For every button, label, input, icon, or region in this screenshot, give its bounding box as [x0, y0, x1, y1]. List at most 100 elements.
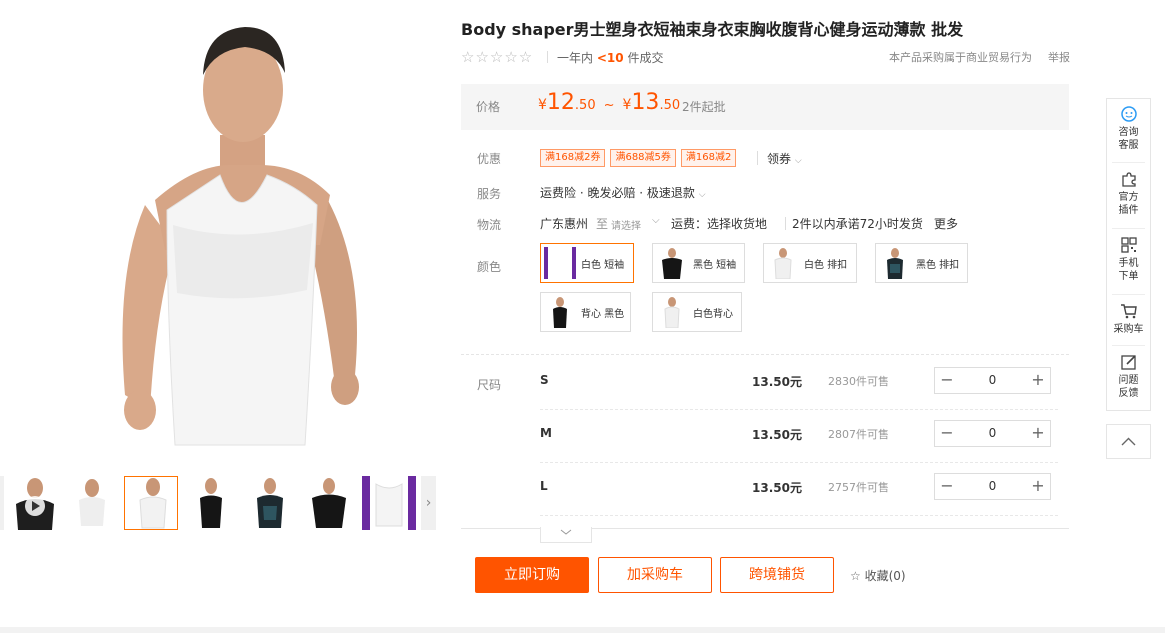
sidebar-item-feedback[interactable]: 问题 反馈: [1107, 353, 1150, 400]
thumbnail-image[interactable]: [302, 476, 356, 530]
coupon-badge[interactable]: 满688减5券: [610, 149, 676, 167]
sidebar-item-label: 问题: [1118, 375, 1139, 386]
divider: [1112, 228, 1145, 229]
origin-city: 广东惠州: [540, 217, 589, 231]
thumbnail-image[interactable]: [243, 476, 297, 530]
service-text: 运费险 · 晚发必赔 · 极速退款: [540, 186, 695, 200]
destination-select[interactable]: 请选择: [611, 217, 641, 232]
size-price: 13.50元: [752, 375, 802, 389]
color-option[interactable]: 黑色 短袖: [652, 243, 745, 283]
size-row: L 13.50元 2757件可售 − 0 +: [540, 463, 1058, 516]
back-to-top-button[interactable]: [1106, 424, 1151, 459]
coupon-badge[interactable]: 满168减2: [680, 149, 737, 167]
quantity-input[interactable]: 0: [959, 421, 1026, 446]
qrcode-icon: [1120, 237, 1137, 253]
sidebar-item-label: 反馈: [1118, 388, 1139, 399]
sidebar-item-label: 官方: [1118, 192, 1139, 203]
quantity-stepper: − 0 +: [934, 420, 1051, 447]
rating-row: ☆☆☆☆☆ 一年内 <10 件成交 本产品采购属于商业贸易行为 举报: [461, 48, 1070, 66]
size-stock: 2830件可售: [828, 375, 889, 388]
color-option[interactable]: 白色背心: [652, 292, 742, 332]
sidebar-item-label: 下单: [1118, 271, 1139, 282]
color-swatch: [656, 296, 688, 328]
thumbnail-video[interactable]: [8, 476, 62, 530]
size-name: M: [540, 426, 552, 440]
main-product-image[interactable]: [55, 15, 435, 460]
increment-button[interactable]: +: [1026, 368, 1050, 393]
color-option[interactable]: 背心 黑色: [540, 292, 631, 332]
coupon-badge[interactable]: 满168减2券: [540, 149, 606, 167]
thumbnail-image[interactable]: [67, 476, 121, 530]
puzzle-icon: [1121, 172, 1136, 187]
crossborder-button[interactable]: 跨境铺货: [720, 557, 834, 593]
color-option-label: 白色 排扣: [804, 260, 848, 271]
favorite-button[interactable]: ☆ 收藏(0): [850, 567, 906, 584]
edit-icon: [1120, 355, 1136, 370]
color-option-label: 黑色 排扣: [916, 260, 960, 271]
currency-symbol: ¥: [538, 97, 547, 113]
sidebar-item-customer-service[interactable]: 咨询 客服: [1107, 105, 1150, 152]
buy-now-button[interactable]: 立即订购: [475, 557, 589, 593]
business-note: 本产品采购属于商业贸易行为: [889, 51, 1032, 64]
color-option[interactable]: 黑色 排扣: [875, 243, 968, 283]
color-option-label: 背心 黑色: [581, 309, 625, 320]
quantity-stepper: − 0 +: [934, 367, 1051, 394]
price-tilde: ~: [603, 98, 615, 113]
thumbnail-image[interactable]: [184, 476, 238, 530]
sidebar-item-label: 插件: [1118, 205, 1139, 216]
logistics-label: 物流: [477, 218, 502, 232]
sidebar-item-label: 客服: [1118, 140, 1139, 151]
get-coupon-label: 领券: [767, 152, 792, 166]
report-link[interactable]: 举报: [1048, 49, 1070, 65]
color-option-selected[interactable]: 白色 短袖: [540, 243, 634, 283]
logistics-row: 广东惠州 至 请选择 ⌵ 运费：选择收货地 2件以内承诺72小时发货 更多 ⌵: [540, 215, 980, 233]
decrement-button[interactable]: −: [935, 421, 959, 446]
size-row: M 13.50元 2807件可售 − 0 +: [540, 410, 1058, 463]
sales-count: <10: [596, 51, 624, 65]
quantity-input[interactable]: 0: [959, 474, 1026, 499]
sidebar-item-label: 咨询: [1118, 127, 1139, 138]
decrement-button[interactable]: −: [935, 368, 959, 393]
thumbnail-image-active[interactable]: [124, 476, 178, 530]
divider: [547, 51, 548, 63]
get-coupon-dropdown[interactable]: 领券 ⌵: [767, 150, 802, 167]
expand-sizes-button[interactable]: [540, 527, 592, 543]
size-row: S 13.50元 2830件可售 − 0 +: [540, 357, 1058, 410]
chevron-right-icon: ›: [425, 495, 432, 511]
sales-info: 一年内 <10 件成交: [557, 49, 663, 66]
chevron-down-icon: ⌵: [794, 156, 802, 166]
increment-button[interactable]: +: [1026, 421, 1050, 446]
price-box: 价格 ¥12.50 ~ ¥13.50 2件起批: [461, 84, 1069, 130]
rating-stars-icon: ☆☆☆☆☆: [461, 48, 534, 66]
chevron-up-icon: [1121, 437, 1136, 446]
quantity-stepper: − 0 +: [934, 473, 1051, 500]
sidebar-item-label: 采购车: [1113, 324, 1144, 335]
service-dropdown[interactable]: 运费险 · 晚发必赔 · 极速退款 ⌵: [540, 184, 706, 201]
sidebar-item-cart[interactable]: 采购车: [1107, 302, 1150, 336]
thumbnail-image[interactable]: [362, 476, 416, 530]
decrement-button[interactable]: −: [935, 474, 959, 499]
add-to-cart-button[interactable]: 加采购车: [598, 557, 712, 593]
product-title: Body shaper男士塑身衣短袖束身衣束胸收腹背心健身运动薄款 批发: [461, 20, 964, 39]
coupon-list: 满168减2券 满688减5券 满168减2: [540, 149, 737, 167]
chevron-down-icon[interactable]: ⌵: [652, 215, 660, 226]
color-option-label: 黑色 短袖: [693, 260, 737, 271]
color-option-label: 白色 短袖: [581, 260, 625, 271]
divider: [757, 151, 758, 165]
chevron-down-icon: ⌵: [934, 215, 942, 226]
size-price: 13.50元: [752, 428, 802, 442]
size-price: 13.50元: [752, 481, 802, 495]
sidebar-item-plugin[interactable]: 官方 插件: [1107, 170, 1150, 217]
increment-button[interactable]: +: [1026, 474, 1050, 499]
color-option-label: 白色背心: [693, 309, 733, 320]
color-swatch: [544, 296, 576, 328]
min-order-qty: 2件起批: [682, 100, 726, 114]
sales-suffix: 件成交: [627, 51, 664, 65]
quantity-input[interactable]: 0: [959, 368, 1026, 393]
price-label: 价格: [476, 100, 501, 114]
thumbnail-next-button[interactable]: ›: [421, 476, 436, 530]
color-option[interactable]: 白色 排扣: [763, 243, 857, 283]
divider: [540, 515, 1058, 516]
to-label: 至: [596, 217, 609, 231]
sidebar-item-mobile-order[interactable]: 手机 下单: [1107, 236, 1150, 283]
